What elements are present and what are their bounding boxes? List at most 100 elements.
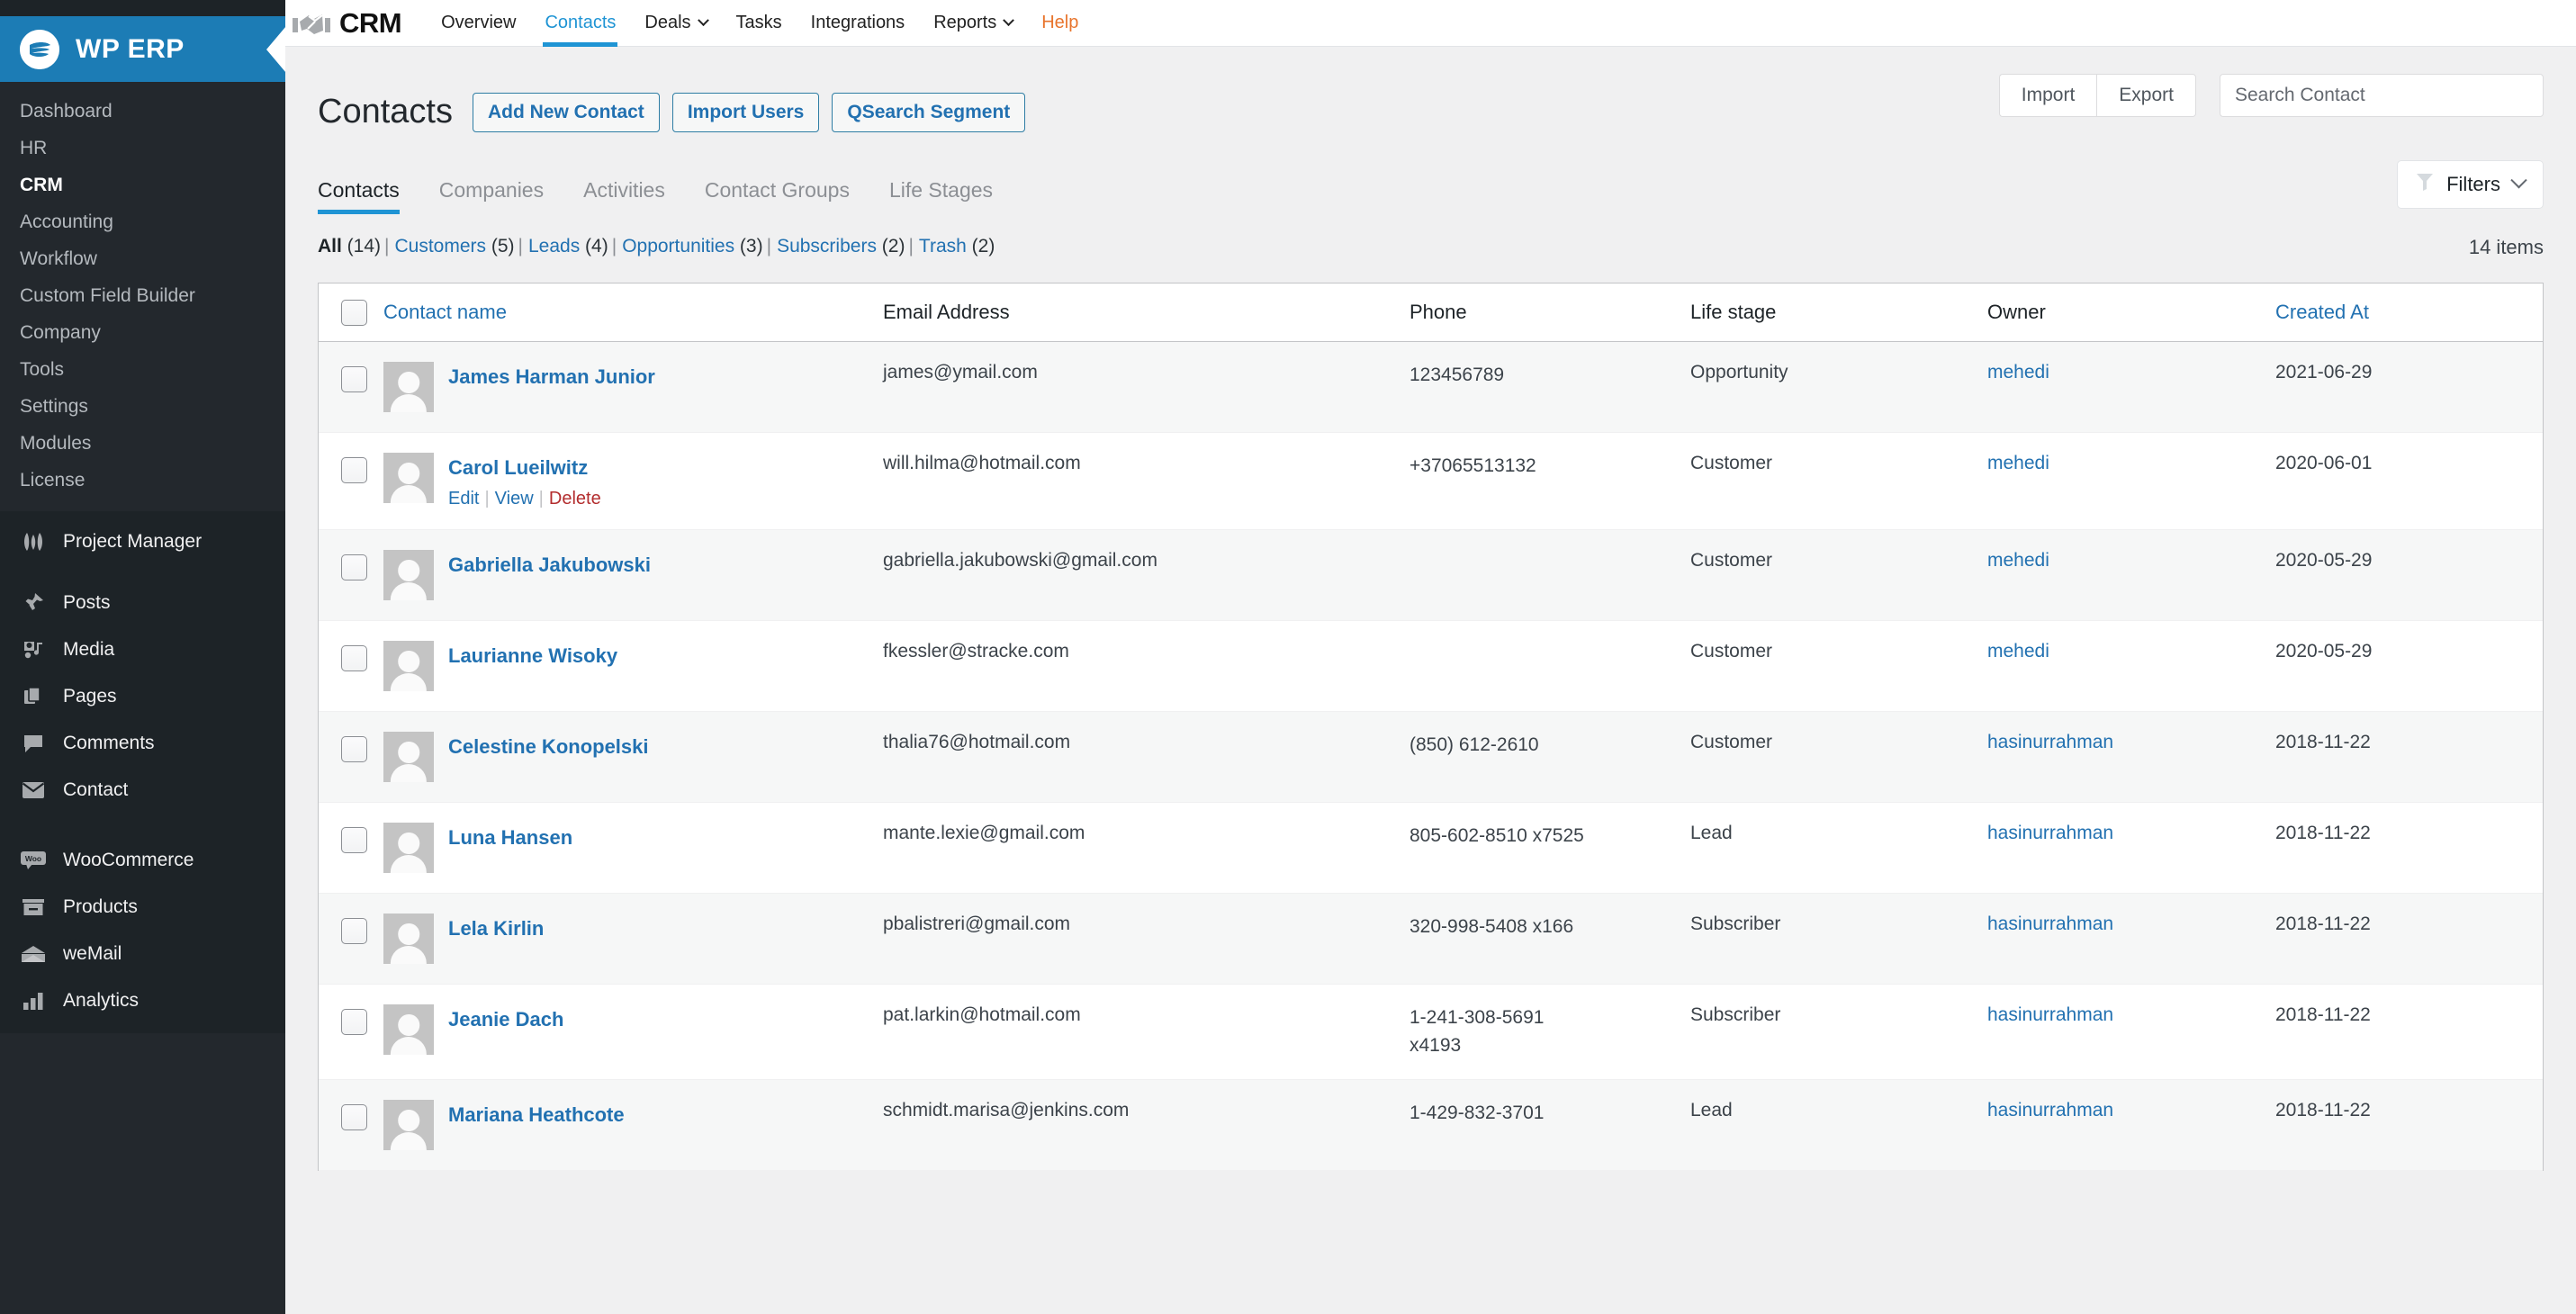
status-link-trash[interactable]: Trash bbox=[919, 236, 967, 256]
sidebar-item-project-manager[interactable]: Project Manager bbox=[0, 518, 285, 565]
sidebar-item-settings[interactable]: Settings bbox=[0, 388, 285, 425]
contact-name-link[interactable]: Carol Lueilwitz bbox=[448, 453, 601, 480]
row-checkbox[interactable] bbox=[341, 365, 367, 392]
row-checkbox[interactable] bbox=[341, 554, 367, 581]
crm-nav-label: Deals bbox=[644, 13, 691, 32]
filters-label: Filters bbox=[2446, 172, 2500, 195]
sidebar-item-tools[interactable]: Tools bbox=[0, 351, 285, 388]
column-header-contact-name[interactable]: Contact name bbox=[383, 283, 883, 342]
crm-nav-tasks[interactable]: Tasks bbox=[722, 0, 797, 47]
owner-link[interactable]: hasinurrahman bbox=[1987, 914, 2113, 934]
row-action-delete[interactable]: Delete bbox=[549, 489, 601, 508]
crm-nav-label: Integrations bbox=[810, 13, 905, 32]
sidebar-item-hr[interactable]: HR bbox=[0, 130, 285, 166]
tab-life-stages[interactable]: Life Stages bbox=[869, 178, 1013, 214]
owner-link[interactable]: hasinurrahman bbox=[1987, 1004, 2113, 1025]
contact-name-link[interactable]: Lela Kirlin bbox=[448, 914, 544, 940]
status-link-opportunities[interactable]: Opportunities bbox=[622, 236, 734, 256]
crm-nav-integrations[interactable]: Integrations bbox=[797, 0, 920, 47]
filters-button[interactable]: Filters bbox=[2397, 159, 2544, 209]
contact-name-wrap: Carol Lueilwitz Edit | View | Delete bbox=[383, 452, 883, 509]
import-button[interactable]: Import bbox=[1998, 74, 2097, 117]
sidebar-item-accounting[interactable]: Accounting bbox=[0, 203, 285, 240]
status-link-customers[interactable]: Customers bbox=[395, 236, 487, 256]
row-actions: Edit | View | Delete bbox=[448, 489, 601, 509]
row-checkbox[interactable] bbox=[341, 645, 367, 672]
sidebar-item-wemail[interactable]: weMail bbox=[0, 931, 285, 977]
import-users-button[interactable]: Import Users bbox=[671, 93, 820, 132]
app-root: WP ERP Dashboard HR CRM Accounting Workflow C… bbox=[0, 0, 2576, 1314]
status-link-all[interactable]: All bbox=[318, 236, 342, 256]
contact-name-link[interactable]: James Harman Junior bbox=[448, 362, 655, 389]
owner-link[interactable]: hasinurrahman bbox=[1987, 823, 2113, 843]
contact-name-link[interactable]: Celestine Konopelski bbox=[448, 732, 649, 759]
row-action-edit[interactable]: Edit bbox=[448, 489, 479, 508]
row-checkbox[interactable] bbox=[341, 736, 367, 763]
row-select-cell bbox=[319, 893, 383, 986]
avatar bbox=[383, 914, 434, 965]
sidebar-item-label: Custom Field Builder bbox=[20, 285, 195, 306]
column-header-created-at[interactable]: Created At bbox=[2275, 283, 2543, 342]
owner-link[interactable]: mehedi bbox=[1987, 641, 2049, 662]
life-stage-cell-value: Customer bbox=[1690, 641, 1773, 662]
life-stage-cell-value: Lead bbox=[1690, 823, 1733, 844]
status-link-leads[interactable]: Leads bbox=[528, 236, 580, 256]
page-content: Contacts Add New Contact Import Users QS… bbox=[285, 47, 2576, 1172]
tab-companies[interactable]: Companies bbox=[419, 178, 563, 214]
select-all-checkbox[interactable] bbox=[341, 299, 367, 326]
row-action-view[interactable]: View bbox=[495, 489, 534, 508]
sidebar-item-analytics[interactable]: Analytics bbox=[0, 977, 285, 1024]
sidebar-item-products[interactable]: Products bbox=[0, 884, 285, 931]
add-new-contact-button[interactable]: Add New Contact bbox=[472, 93, 660, 132]
contact-name-link[interactable]: Laurianne Wisoky bbox=[448, 641, 617, 668]
crm-nav-overview[interactable]: Overview bbox=[427, 0, 530, 47]
sidebar-item-posts[interactable]: Posts bbox=[0, 580, 285, 626]
search-contact-input[interactable] bbox=[2220, 74, 2544, 117]
sidebar-item-workflow[interactable]: Workflow bbox=[0, 240, 285, 277]
search-segment-button[interactable]: QSearch Segment bbox=[832, 93, 1026, 132]
contact-name-cell: Lela Kirlin bbox=[383, 893, 883, 986]
crm-nav-deals[interactable]: Deals bbox=[630, 0, 721, 47]
owner-link[interactable]: mehedi bbox=[1987, 362, 2049, 382]
row-checkbox[interactable] bbox=[341, 918, 367, 945]
export-button[interactable]: Export bbox=[2096, 74, 2196, 117]
contact-name-link[interactable]: Gabriella Jakubowski bbox=[448, 550, 651, 577]
owner-link[interactable]: hasinurrahman bbox=[1987, 1100, 2113, 1120]
row-checkbox[interactable] bbox=[341, 1009, 367, 1036]
crm-nav-label: Overview bbox=[441, 13, 517, 32]
crm-nav-help[interactable]: Help bbox=[1027, 0, 1093, 47]
owner-link[interactable]: hasinurrahman bbox=[1987, 732, 2113, 752]
status-link-subscribers[interactable]: Subscribers bbox=[777, 236, 877, 256]
tab-contact-groups[interactable]: Contact Groups bbox=[685, 178, 869, 214]
sidebar-item-comments[interactable]: Comments bbox=[0, 720, 285, 767]
sidebar-item-license[interactable]: License bbox=[0, 462, 285, 499]
row-checkbox[interactable] bbox=[341, 456, 367, 483]
sidebar-item-company[interactable]: Company bbox=[0, 314, 285, 351]
crm-nav-contacts[interactable]: Contacts bbox=[530, 0, 630, 47]
created-at-cell: 2018-11-22 bbox=[2275, 893, 2543, 986]
row-checkbox[interactable] bbox=[341, 827, 367, 854]
contact-name-link[interactable]: Mariana Heathcote bbox=[448, 1100, 625, 1127]
sidebar-item-contact[interactable]: Contact bbox=[0, 767, 285, 814]
tab-contacts[interactable]: Contacts bbox=[318, 178, 419, 214]
row-select-cell bbox=[319, 432, 383, 531]
contact-name-link[interactable]: Jeanie Dach bbox=[448, 1004, 563, 1031]
sidebar-item-woocommerce[interactable]: Woo WooCommerce bbox=[0, 837, 285, 884]
contact-name-link[interactable]: Luna Hansen bbox=[448, 823, 572, 850]
tab-activities[interactable]: Activities bbox=[563, 178, 685, 214]
crm-nav-reports[interactable]: Reports bbox=[919, 0, 1027, 47]
row-checkbox[interactable] bbox=[341, 1104, 367, 1131]
owner-link[interactable]: mehedi bbox=[1987, 453, 2049, 473]
sidebar-item-modules[interactable]: Modules bbox=[0, 425, 285, 462]
owner-link[interactable]: mehedi bbox=[1987, 550, 2049, 571]
status-count-all: (14) bbox=[341, 235, 382, 256]
sidebar-item-dashboard[interactable]: Dashboard bbox=[0, 93, 285, 130]
sidebar-item-media[interactable]: Media bbox=[0, 626, 285, 673]
sidebar-item-custom-field-builder[interactable]: Custom Field Builder bbox=[0, 277, 285, 314]
avatar bbox=[383, 732, 434, 783]
pin-icon bbox=[16, 590, 50, 616]
sidebar-item-pages[interactable]: Pages bbox=[0, 673, 285, 720]
status-link-separator: | bbox=[518, 235, 523, 256]
sidebar-item-crm[interactable]: CRM bbox=[0, 166, 285, 203]
wperp-brand-header[interactable]: WP ERP bbox=[0, 16, 285, 82]
